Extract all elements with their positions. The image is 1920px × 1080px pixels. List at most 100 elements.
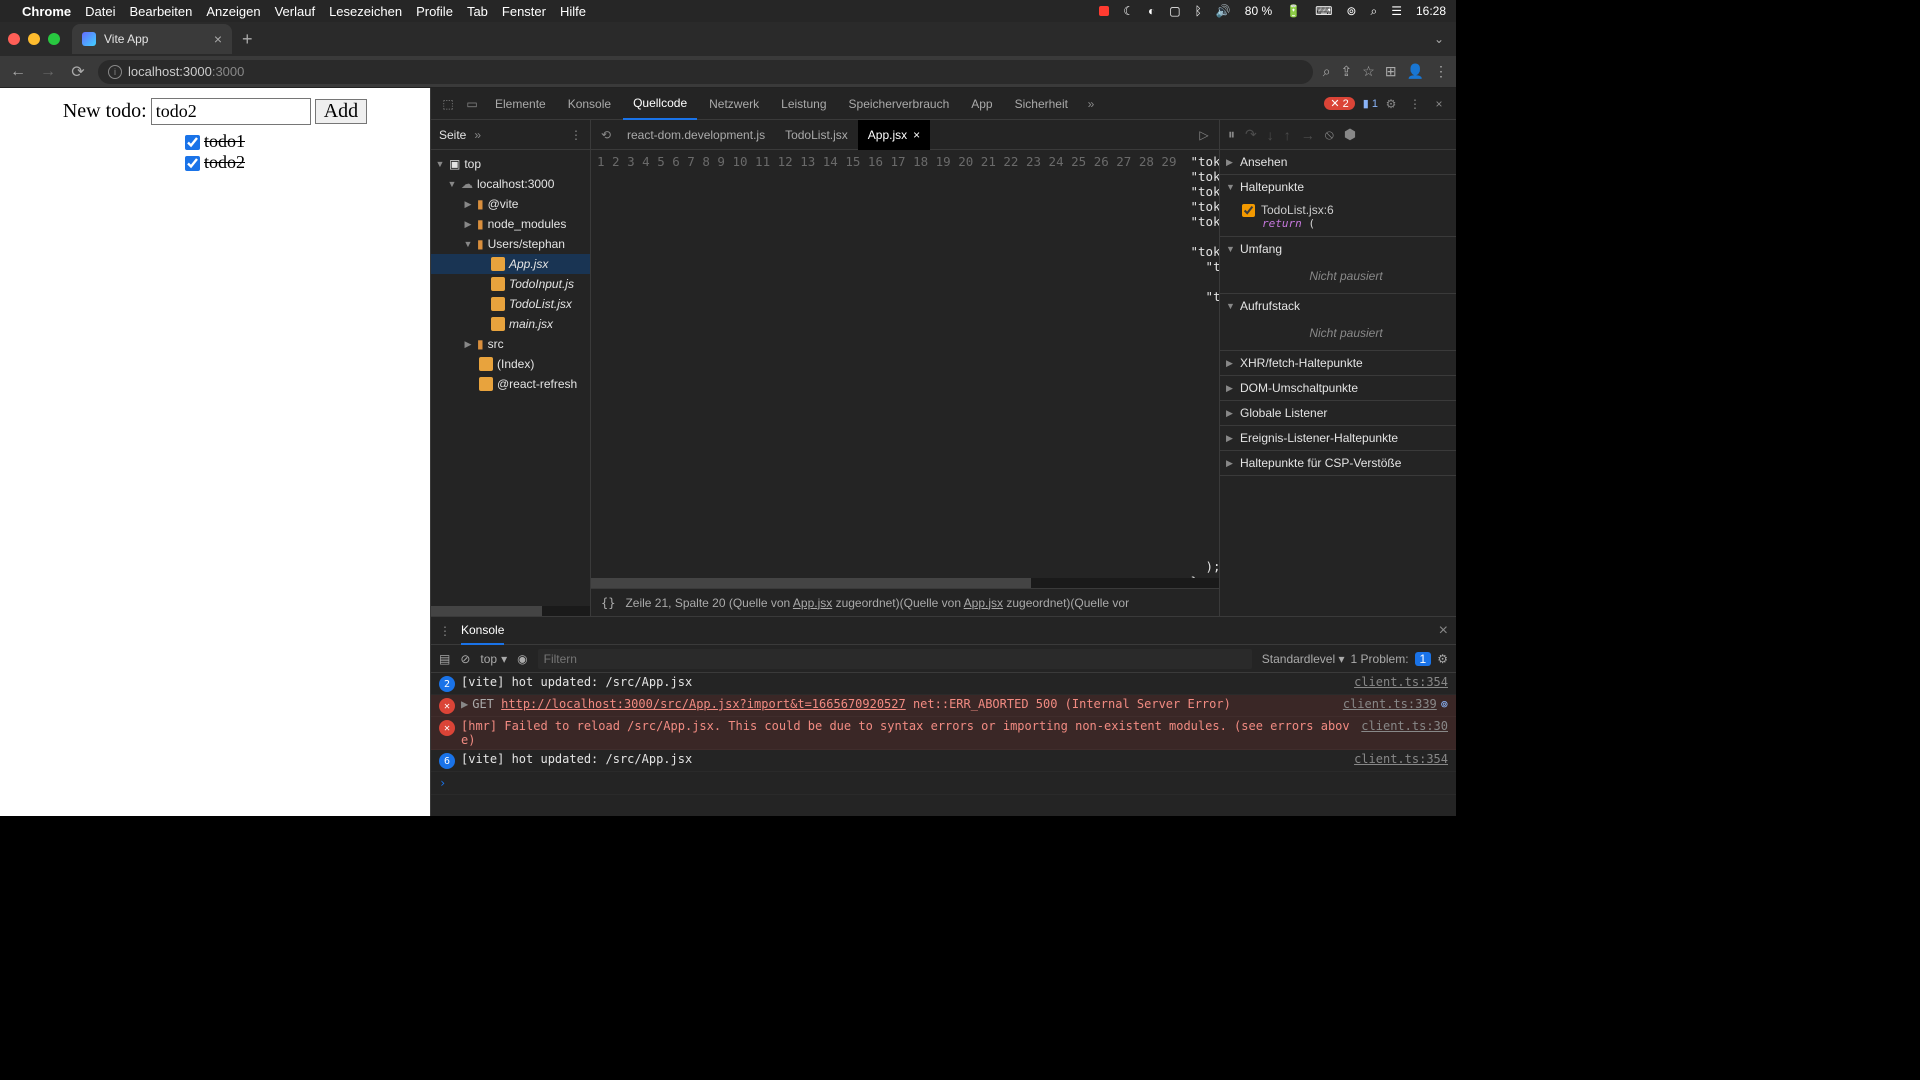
menu-hilfe[interactable]: Hilfe	[560, 4, 586, 19]
log-level[interactable]: Standardlevel ▾	[1262, 652, 1345, 666]
history-icon[interactable]: ⟲	[595, 128, 617, 142]
code-area[interactable]: 1 2 3 4 5 6 7 8 9 10 11 12 13 14 15 16 1…	[591, 150, 1219, 578]
tab-app[interactable]: App	[961, 88, 1002, 120]
deactivate-breakpoints-icon[interactable]: ⦸	[1325, 126, 1334, 143]
breakpoint-location[interactable]: TodoList.jsx:6	[1261, 203, 1334, 217]
section-xhr[interactable]: ▶XHR/fetch-Haltepunkte	[1220, 351, 1456, 375]
close-drawer-icon[interactable]: ×	[1439, 622, 1448, 640]
forward-button[interactable]: →	[38, 63, 58, 81]
settings-icon[interactable]: ⚙	[1380, 93, 1402, 115]
navigator-menu-icon[interactable]: ⋮	[570, 128, 582, 142]
navigator-more-icon[interactable]: »	[474, 128, 481, 142]
display-icon[interactable]: ▢	[1169, 4, 1180, 18]
issues-badge[interactable]: ▮ 1	[1363, 97, 1378, 110]
control-center-icon[interactable]: ☰	[1391, 4, 1402, 18]
back-button[interactable]: ←	[8, 63, 28, 81]
menu-anzeigen[interactable]: Anzeigen	[206, 4, 260, 19]
tab-leistung[interactable]: Leistung	[771, 88, 836, 120]
battery-icon[interactable]: 🔋	[1286, 4, 1301, 18]
navigator-tab-seite[interactable]: Seite	[439, 128, 466, 142]
tab-speicherverbrauch[interactable]: Speicherverbrauch	[839, 88, 960, 120]
section-csp[interactable]: ▶Haltepunkte für CSP-Verstöße	[1220, 451, 1456, 475]
tab-konsole[interactable]: Konsole	[558, 88, 621, 120]
stack-icon[interactable]: ⊚	[1441, 697, 1448, 711]
tab-netzwerk[interactable]: Netzwerk	[699, 88, 769, 120]
console-context[interactable]: top▾	[480, 652, 507, 666]
clear-console-icon[interactable]: ⊘	[460, 652, 470, 666]
close-tab-icon[interactable]: ×	[214, 31, 222, 47]
dnd-icon[interactable]: ☾	[1123, 4, 1134, 18]
search-icon[interactable]: ⌕	[1323, 63, 1331, 80]
console-settings-icon[interactable]: ⚙	[1437, 652, 1448, 666]
chrome-menu-icon[interactable]: ⋮	[1434, 63, 1448, 80]
log-source[interactable]: client.ts:30	[1361, 719, 1448, 733]
section-scope[interactable]: ▼Umfang	[1220, 237, 1456, 261]
tab-overflow-icon[interactable]: ⌄	[1434, 32, 1444, 46]
section-breakpoints[interactable]: ▼Haltepunkte	[1220, 175, 1456, 199]
menu-fenster[interactable]: Fenster	[502, 4, 546, 19]
extensions-icon[interactable]: ⊞	[1385, 63, 1397, 80]
drawer-tab-konsole[interactable]: Konsole	[461, 617, 504, 645]
section-event[interactable]: ▶Ereignis-Listener-Haltepunkte	[1220, 426, 1456, 450]
pause-icon[interactable]: ⏸	[1228, 126, 1235, 143]
menubar-app[interactable]: Chrome	[22, 4, 71, 19]
devtools-menu-icon[interactable]: ⋮	[1404, 93, 1426, 115]
console-sidebar-icon[interactable]: ▤	[439, 652, 450, 666]
menu-tab[interactable]: Tab	[467, 4, 488, 19]
breakpoint-checkbox[interactable]	[1242, 204, 1255, 217]
menu-verlauf[interactable]: Verlauf	[275, 4, 315, 19]
menu-datei[interactable]: Datei	[85, 4, 115, 19]
section-watch[interactable]: ▶Ansehen	[1220, 150, 1456, 174]
drawer-menu-icon[interactable]: ⋮	[439, 624, 451, 638]
live-expression-icon[interactable]: ◉	[517, 652, 527, 666]
maximize-window-button[interactable]	[48, 33, 60, 45]
console-prompt[interactable]: ›	[431, 772, 1456, 795]
console-filter-input[interactable]	[538, 649, 1252, 669]
device-toolbar-icon[interactable]: ▭	[461, 93, 483, 115]
navigator-scrollbar[interactable]	[431, 606, 590, 616]
menu-lesezeichen[interactable]: Lesezeichen	[329, 4, 402, 19]
tab-sicherheit[interactable]: Sicherheit	[1005, 88, 1078, 120]
step-out-icon[interactable]: ↑	[1284, 127, 1291, 143]
new-todo-input[interactable]	[151, 98, 311, 125]
step-over-icon[interactable]: ↷	[1245, 126, 1257, 143]
section-dom[interactable]: ▶DOM-Umschaltpunkte	[1220, 376, 1456, 400]
step-icon[interactable]: →	[1301, 127, 1315, 143]
log-source[interactable]: client.ts:339	[1343, 697, 1437, 711]
wifi-icon[interactable]: ⊚	[1346, 4, 1356, 18]
bookmark-icon[interactable]: ☆	[1362, 63, 1375, 80]
menu-bearbeiten[interactable]: Bearbeiten	[129, 4, 192, 19]
recording-icon[interactable]	[1099, 6, 1109, 16]
bluetooth-icon[interactable]: ᛒ	[1195, 4, 1202, 18]
todo-checkbox[interactable]	[185, 135, 200, 150]
new-tab-button[interactable]: +	[242, 29, 253, 50]
search-icon[interactable]: ⌕	[1370, 4, 1377, 19]
section-global[interactable]: ▶Globale Listener	[1220, 401, 1456, 425]
editor-scrollbar[interactable]	[591, 578, 1219, 588]
tab-elemente[interactable]: Elemente	[485, 88, 556, 120]
inspect-element-icon[interactable]: ⬚	[437, 93, 459, 115]
file-tree[interactable]: ▼▣top ▼☁localhost:3000 ▶▮@vite ▶▮node_mo…	[431, 150, 590, 606]
minimize-window-button[interactable]	[28, 33, 40, 45]
step-into-icon[interactable]: ↓	[1267, 127, 1274, 143]
close-window-button[interactable]	[8, 33, 20, 45]
more-tabs-icon[interactable]: »	[1080, 93, 1102, 115]
share-icon[interactable]: ⇪	[1341, 63, 1353, 80]
profile-icon[interactable]: 👤	[1407, 63, 1424, 80]
clock[interactable]: 16:28	[1416, 4, 1446, 18]
editor-tab[interactable]: react-dom.development.js	[617, 120, 775, 150]
tab-quellcode[interactable]: Quellcode	[623, 88, 697, 120]
run-snippet-icon[interactable]: ▷	[1193, 128, 1215, 142]
site-info-icon[interactable]: i	[108, 65, 122, 79]
log-source[interactable]: client.ts:354	[1354, 675, 1448, 689]
problem-count[interactable]: 1	[1415, 652, 1432, 666]
error-badge[interactable]: ✕ 2	[1324, 97, 1354, 110]
cloud-icon[interactable]: ◐	[1148, 4, 1155, 18]
close-devtools-icon[interactable]: ×	[1428, 93, 1450, 115]
close-tab-icon[interactable]: ×	[913, 128, 920, 142]
log-source[interactable]: client.ts:354	[1354, 752, 1448, 766]
add-button[interactable]: Add	[315, 99, 367, 124]
todo-checkbox[interactable]	[185, 156, 200, 171]
console-log[interactable]: 2 [vite] hot updated: /src/App.jsx clien…	[431, 673, 1456, 816]
reload-button[interactable]: ⟳	[68, 62, 88, 82]
